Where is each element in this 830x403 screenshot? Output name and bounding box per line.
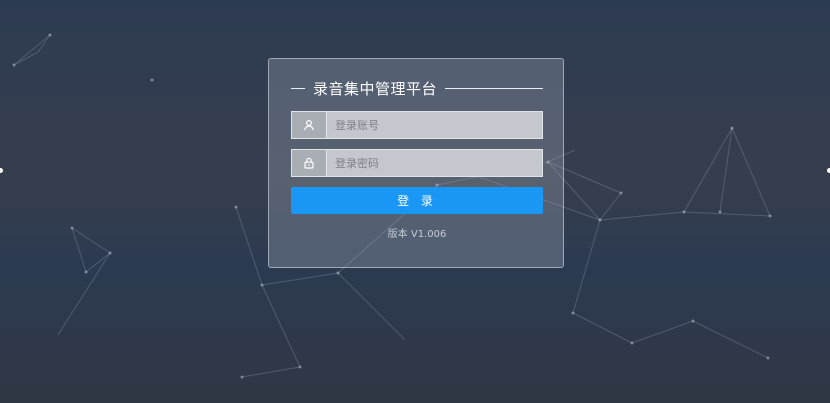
username-input[interactable] [327,112,542,138]
login-title: 录音集中管理平台 [313,79,438,98]
login-title-row: 录音集中管理平台 [291,77,543,99]
title-divider-right [445,87,543,89]
user-icon [292,112,327,138]
version-label: 版本 V1.006 [387,229,447,240]
login-panel: 录音集中管理平台 登 录 版本 V1.006 [268,58,564,268]
password-input[interactable] [327,150,542,176]
username-field [291,111,543,139]
login-button[interactable]: 登 录 [291,187,543,214]
title-divider-left [291,87,305,89]
password-field [291,149,543,177]
lock-icon [292,150,327,176]
